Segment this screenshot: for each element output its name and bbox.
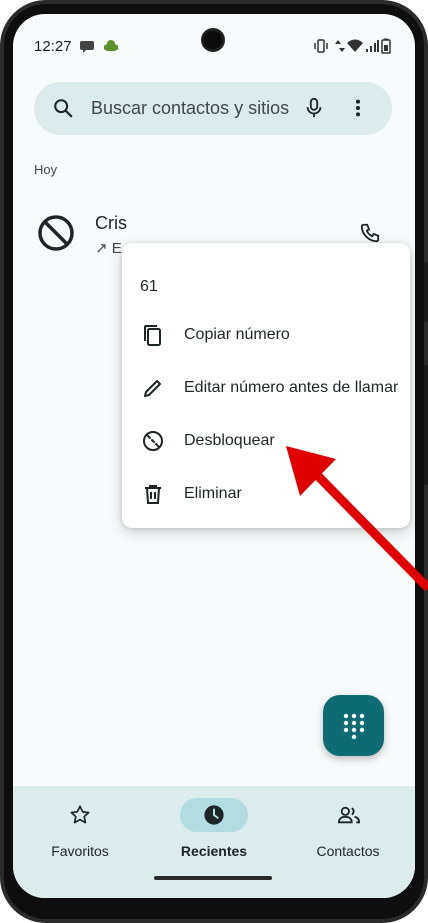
dialpad-button[interactable] [323, 695, 384, 756]
context-menu: 61 Copiar número Editar número antes de … [122, 243, 410, 528]
menu-item-copy-number[interactable]: Copiar número [122, 311, 410, 361]
battery-icon [381, 38, 391, 59]
nav-contacts[interactable]: Contactos [281, 786, 415, 898]
home-indicator[interactable] [154, 876, 272, 880]
clock-icon [204, 805, 224, 825]
nav-recents[interactable]: Recientes [147, 786, 281, 898]
vibrate-icon [313, 38, 329, 59]
nav-label: Favoritos [51, 843, 109, 859]
chat-notification-icon [79, 38, 95, 59]
nav-indicator-active [180, 798, 248, 832]
search-bar[interactable]: Buscar contactos y sitios [34, 82, 392, 135]
nav-label: Contactos [316, 843, 380, 859]
front-camera [201, 28, 225, 52]
blocked-icon [37, 214, 75, 257]
menu-phone-number: 61 [140, 278, 158, 295]
data-arrows-icon [335, 38, 345, 59]
trash-icon [142, 483, 164, 510]
menu-item-unblock[interactable]: Desbloquear [122, 417, 410, 467]
status-time: 12:27 [34, 38, 72, 55]
call-meta: ↗ E [95, 240, 122, 257]
volume-button [424, 262, 428, 322]
dialpad-icon [343, 713, 365, 739]
wifi-icon [347, 38, 363, 59]
status-bar: 12:27 [13, 14, 415, 78]
nav-label: Recientes [180, 843, 248, 859]
search-icon [52, 97, 74, 124]
screen: 12:27 Buscar contactos y sitios Hoy Cris… [13, 14, 415, 898]
power-button [424, 365, 428, 485]
nav-favorites[interactable]: Favoritos [13, 786, 147, 898]
bottom-navigation: Favoritos Recientes Contactos [13, 786, 415, 898]
contact-name: Cris [95, 213, 127, 233]
signal-icon [365, 38, 379, 59]
nav-indicator [46, 798, 114, 832]
more-options-icon[interactable] [353, 97, 363, 124]
nav-indicator [314, 798, 382, 832]
menu-item-label: Copiar número [184, 326, 290, 343]
menu-item-label: Editar número antes de llamar [184, 379, 399, 396]
star-icon [70, 805, 90, 824]
menu-item-delete[interactable]: Eliminar [122, 470, 410, 520]
search-placeholder: Buscar contactos y sitios [91, 98, 290, 118]
unblock-icon [142, 430, 164, 457]
copy-icon [142, 324, 164, 353]
menu-item-edit-number[interactable]: Editar número antes de llamar [122, 364, 410, 414]
phone-frame: 12:27 Buscar contactos y sitios Hoy Cris… [0, 0, 428, 923]
microphone-icon[interactable] [303, 97, 325, 124]
android-notification-icon [103, 38, 119, 59]
section-today-label: Hoy [34, 162, 58, 177]
menu-item-label: Eliminar [184, 485, 242, 502]
pencil-icon [142, 377, 164, 404]
menu-item-label: Desbloquear [184, 432, 275, 449]
people-icon [337, 806, 361, 824]
